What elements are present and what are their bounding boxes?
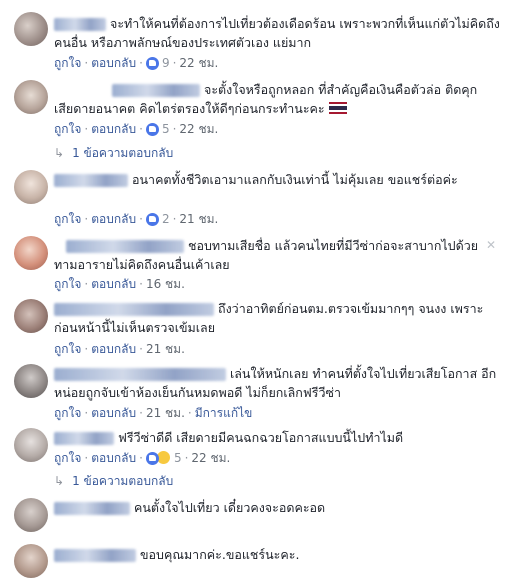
comment-text: คนตั้งใจไปเที่ยว เดี๋ยวคงจะอดคะอด [134,500,326,515]
comment-text: ฟรีวีซ่าดีดี เสียดายมีคนฉกฉวยโอกาสแบบนี้… [118,430,404,445]
reaction-count: 5 [161,122,170,136]
comment-actions: ถูกใจ · ตอบกลับ · 21 ชม. · มีการแก้ไข [54,406,253,420]
reply-arrow-icon: ↳ [54,146,65,160]
avatar[interactable] [14,236,48,270]
comment-body: จะทำให้คนที่ต้องการไปเที่ยวต้องเดือดร้อน… [54,14,500,52]
comment-actions: ถูกใจ · ตอบกลับ · 21 ชม. [54,342,185,356]
like-reaction-icon [145,122,159,136]
like-link[interactable]: ถูกใจ [54,406,81,420]
comment-body: อนาคตทั้งชีวิตเอามาแลกกับเงินเท่านี้ ไม่… [54,170,500,189]
like-reaction-icon [145,56,159,70]
like-link[interactable]: ถูกใจ [54,212,81,226]
edited-link[interactable]: มีการแก้ไข [195,406,253,420]
comment-text: อนาคตทั้งชีวิตเอามาแลกกับเงินเท่านี้ ไม่… [132,172,458,187]
comment-body: จะตั้งใจหรือถูกหลอก ที่สำคัญคือเงินคือตั… [54,80,500,118]
reply-link[interactable]: ตอบกลับ [91,212,136,226]
comment-actions: ถูกใจ · ตอบกลับ · 5 · 22 ชม. [54,122,219,138]
comment-actions: ถูกใจ · ตอบกลับ · 16 ชม. [54,277,185,291]
comment-actions: ถูกใจ · ตอบกลับ · 5 · 22 ชม. [54,450,231,467]
comment-actions: ถูกใจ · ตอบกลับ · 9 · 22 ชม. [54,56,219,72]
like-reaction-icon [145,212,159,226]
commenter-name[interactable] [66,240,184,253]
reply-link[interactable]: ตอบกลับ [91,122,136,136]
like-reaction-icon [145,452,159,465]
reaction-summary[interactable] [145,212,159,228]
commenter-name[interactable] [54,432,114,445]
comment-text: ขอบคุณมากค่ะ.ขอแชร์นะคะ. [140,547,300,562]
commenter-name[interactable] [54,303,214,316]
commenter-name[interactable] [54,368,226,381]
comment-actions: ถูกใจ · ตอบกลับ · 2 · 21 ชม. [54,212,219,228]
comment-time[interactable]: 22 ชม. [179,56,218,70]
like-link[interactable]: ถูกใจ [54,342,81,356]
replies-count-label: 1 ข้อความตอบกลับ [72,474,174,488]
reaction-summary[interactable] [145,56,159,72]
comment-time[interactable]: 21 ชม. [146,342,185,356]
commenter-name[interactable] [54,502,130,515]
avatar[interactable] [14,544,48,578]
reaction-summary[interactable] [145,450,171,467]
comment-time[interactable]: 21 ชม. [179,212,218,226]
comment-text: จะทำให้คนที่ต้องการไปเที่ยวต้องเดือดร้อน… [54,16,500,50]
comment-time[interactable]: 21 ชม. [146,406,185,420]
reply-link[interactable]: ตอบกลับ [91,56,136,70]
like-link[interactable]: ถูกใจ [54,56,81,70]
reaction-count: 2 [161,212,170,226]
commenter-name[interactable] [112,84,200,97]
avatar[interactable] [14,364,48,398]
comment-body: คนตั้งใจไปเที่ยว เดี๋ยวคงจะอดคะอด [54,498,500,517]
avatar[interactable] [14,170,48,204]
like-link[interactable]: ถูกใจ [54,277,81,291]
thai-flag-icon [328,102,347,114]
replies-count-label: 1 ข้อความตอบกลับ [72,146,174,160]
avatar[interactable] [14,498,48,532]
view-replies-link[interactable]: ↳ 1 ข้อความตอบกลับ [54,473,173,489]
reply-arrow-icon: ↳ [54,474,65,488]
avatar[interactable] [14,12,48,46]
reaction-summary[interactable] [145,122,159,138]
reaction-count: 9 [161,56,170,70]
commenter-name[interactable] [54,18,106,31]
reaction-count: 5 [173,451,182,465]
like-link[interactable]: ถูกใจ [54,122,81,136]
more-options-icon[interactable]: ✕ [484,238,498,252]
comment-body: เล่นให้หนักเลย ทำคนที่ตั้งใจไปเที่ยวเสีย… [54,364,500,402]
reply-link[interactable]: ตอบกลับ [91,406,136,420]
comment-time[interactable]: 22 ชม. [179,122,218,136]
comment-body: ถึงว่าอาทิตย์ก่อนตม.ตรวจเข้มมากๆๆ จนงง เ… [54,299,500,337]
avatar[interactable] [14,428,48,462]
comment-time[interactable]: 22 ชม. [191,451,230,465]
reply-link[interactable]: ตอบกลับ [91,277,136,291]
reply-link[interactable]: ตอบกลับ [91,342,136,356]
avatar[interactable] [14,80,48,114]
avatar[interactable] [14,299,48,333]
comment-body: ฟรีวีซ่าดีดี เสียดายมีคนฉกฉวยโอกาสแบบนี้… [54,428,500,447]
comment-time[interactable]: 16 ชม. [146,277,185,291]
commenter-name[interactable] [54,549,136,562]
view-replies-link[interactable]: ↳ 1 ข้อความตอบกลับ [54,145,173,161]
reply-link[interactable]: ตอบกลับ [91,451,136,465]
like-link[interactable]: ถูกใจ [54,451,81,465]
commenter-name[interactable] [54,174,128,187]
comment-body: ขอบคุณมากค่ะ.ขอแชร์นะคะ. [54,545,500,564]
comment-body: ชอบทามเสียชื่อ แล้วคนไทยที่มีวีซ่าก่อจะส… [54,236,500,274]
